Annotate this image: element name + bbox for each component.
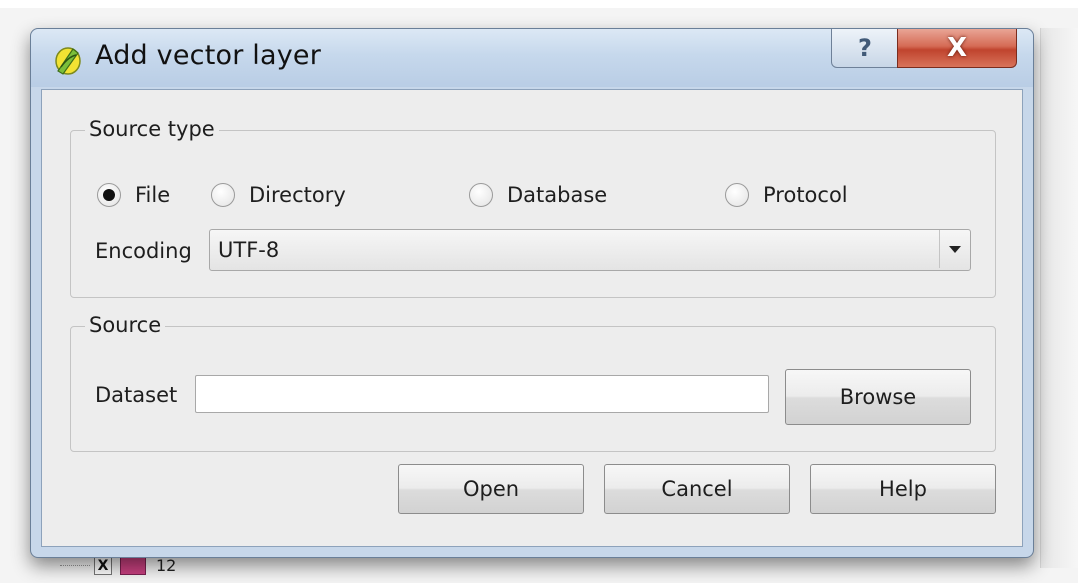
encoding-value: UTF-8 (218, 238, 280, 262)
add-vector-layer-dialog: Add vector layer ? X Source type File Di… (30, 28, 1034, 558)
radio-circle[interactable] (725, 183, 749, 207)
layer-color-swatch (120, 556, 146, 575)
chevron-down-icon[interactable] (939, 230, 970, 268)
radio-protocol[interactable]: Protocol (725, 183, 848, 207)
dialog-body: Source type File Directory Database Prot… (41, 89, 1023, 547)
open-button[interactable]: Open (398, 464, 584, 514)
source-title: Source (85, 313, 166, 337)
radio-circle[interactable] (211, 183, 235, 207)
radio-database-label: Database (507, 183, 608, 207)
question-icon[interactable]: ? (831, 29, 899, 68)
radio-file[interactable]: File (97, 183, 170, 207)
window-title: Add vector layer (95, 40, 322, 71)
radio-directory[interactable]: Directory (211, 183, 346, 207)
layer-label: 12 (156, 556, 177, 575)
radio-circle[interactable] (97, 183, 121, 207)
source-type-title: Source type (85, 117, 219, 141)
source-type-group: Source type File Directory Database Prot… (70, 117, 996, 298)
layer-checkbox: X (94, 556, 112, 575)
encoding-select[interactable]: UTF-8 (209, 229, 971, 271)
radio-directory-label: Directory (249, 183, 346, 207)
radio-file-label: File (135, 183, 171, 207)
radio-protocol-label: Protocol (763, 183, 848, 207)
help-button[interactable]: Help (810, 464, 996, 514)
title-bar[interactable]: Add vector layer ? X (31, 29, 1033, 87)
radio-database[interactable]: Database (469, 183, 607, 207)
dataset-label: Dataset (95, 383, 178, 407)
background-side-panel (1040, 28, 1078, 568)
qgis-icon (55, 47, 81, 75)
close-icon[interactable]: X (897, 29, 1017, 68)
dataset-input[interactable] (195, 375, 769, 413)
radio-circle[interactable] (469, 183, 493, 207)
background-top (0, 0, 1078, 8)
source-group: Source Dataset Browse (70, 313, 996, 452)
cancel-button[interactable]: Cancel (604, 464, 790, 514)
browse-button[interactable]: Browse (785, 369, 971, 425)
tree-line (60, 565, 90, 566)
encoding-label: Encoding (95, 239, 192, 263)
